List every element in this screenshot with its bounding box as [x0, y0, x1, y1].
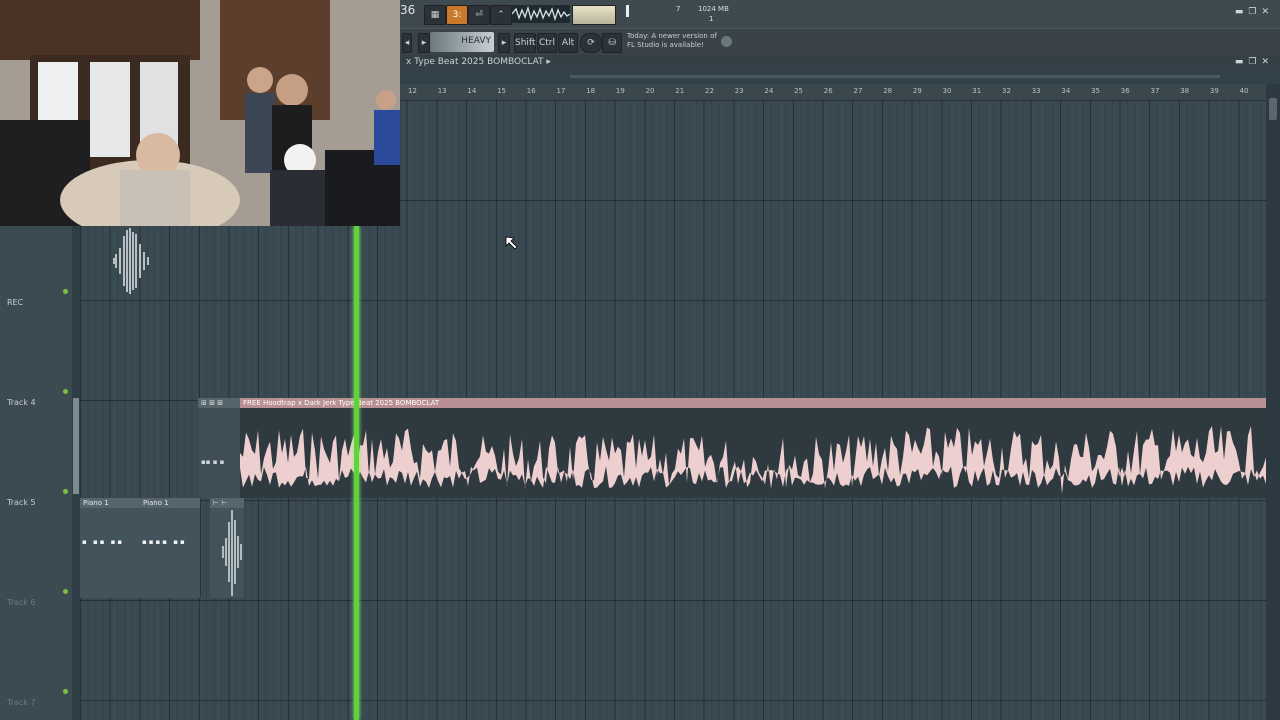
- bar-number: 39: [1209, 87, 1219, 95]
- piano-clip-2[interactable]: Piano 1 ▪▪▪▪ ▪▪: [140, 498, 201, 598]
- bar-number: 14: [467, 87, 477, 95]
- bar-number: 37: [1150, 87, 1160, 95]
- bar-number: 33: [1031, 87, 1041, 95]
- bar-number: 38: [1180, 87, 1190, 95]
- bar-number: 32: [1002, 87, 1011, 95]
- track-activity-dot[interactable]: [63, 289, 68, 294]
- rec-label: REC: [7, 298, 24, 307]
- piano-clip-1[interactable]: Piano 1 ▪ ▪▪ ▪▪: [80, 498, 141, 598]
- bar-number: 19: [615, 87, 625, 95]
- audio-clip-waveform-small[interactable]: [106, 226, 154, 296]
- bar-number: 31: [972, 87, 982, 95]
- step-edit-button[interactable]: 3:: [446, 5, 468, 25]
- cymbal-clip[interactable]: ⊢ ⊢: [210, 498, 244, 598]
- webcam-video-image: [0, 0, 400, 226]
- playlist-window-controls[interactable]: ▬❐✕: [1235, 57, 1274, 67]
- news-globe-icon[interactable]: [721, 36, 732, 47]
- voices-value: 1: [709, 15, 714, 23]
- shift-key-button[interactable]: Shift: [514, 33, 536, 53]
- bar-number: 40: [1239, 87, 1249, 95]
- track-activity-dot[interactable]: [63, 689, 68, 694]
- track-activity-dot[interactable]: [63, 389, 68, 394]
- online-icon[interactable]: ⟳: [580, 33, 602, 53]
- track-4-label[interactable]: Track 4: [7, 398, 36, 407]
- preset-label: HEAVY: [461, 36, 491, 46]
- track-6-label[interactable]: Track 6: [7, 598, 36, 607]
- next-arrow-icon[interactable]: ▸: [498, 33, 510, 53]
- track-5-label[interactable]: Track 5: [7, 498, 36, 507]
- pencil-cursor-icon: [505, 236, 517, 250]
- cpu-value: 7: [676, 5, 681, 13]
- notification-line1: A newer version of: [651, 32, 717, 40]
- track-activity-dot[interactable]: [63, 589, 68, 594]
- piano-clip-2-title: Piano 1: [143, 499, 169, 507]
- prev-arrow-icon[interactable]: ◂: [402, 33, 412, 53]
- timeline-ruler[interactable]: 12 13 14 15 16 17 18 19 20 21 22 23 24 25 26 27 28 29 30 31…: [400, 84, 1266, 101]
- playhead-marker[interactable]: [354, 226, 359, 720]
- master-volume-meter: [572, 5, 616, 25]
- bar-number: 34: [1061, 87, 1071, 95]
- notification-line2: FL Studio is available!: [627, 41, 704, 49]
- playlist-view-button[interactable]: ▦: [424, 5, 446, 25]
- audio-waveform: [240, 408, 1266, 498]
- notification-day: Today: [627, 32, 647, 40]
- bar-number: 35: [1091, 87, 1101, 95]
- bar-number: 29: [912, 87, 922, 95]
- playlist-scrollbar-horizontal[interactable]: [400, 70, 1280, 84]
- piano-clip-1-title: Piano 1: [83, 499, 109, 507]
- bar-number: 12: [408, 87, 417, 95]
- bar-number: 20: [645, 87, 655, 95]
- audio-clip-title: FREE Hoodtrap x Dark Jerk Type Beat 2025…: [240, 398, 1266, 408]
- scroll-thumb[interactable]: [570, 75, 1220, 78]
- oscilloscope-display: [512, 5, 570, 23]
- bar-number: 24: [764, 87, 774, 95]
- track-activity-dot[interactable]: [63, 489, 68, 494]
- update-notification[interactable]: Today: A newer version of FL Studio is a…: [627, 32, 717, 50]
- bar-number: 21: [675, 87, 685, 95]
- playlist-title: x Type Beat 2025 BOMBOCLAT: [406, 57, 544, 67]
- bar-number: 17: [556, 87, 566, 95]
- piano-notes: ▪▪▪▪ ▪▪: [142, 538, 187, 546]
- cpu-meter-bar: [626, 5, 629, 17]
- metronome-icon[interactable]: ⌃: [490, 5, 512, 25]
- playlist-title-bar: x Type Beat 2025 BOMBOCLAT ▸: [400, 55, 1280, 69]
- piano-notes: ▪ ▪▪ ▪▪: [82, 538, 125, 546]
- window-controls[interactable]: ▬❐✕: [1235, 7, 1274, 17]
- vertical-scrollbar[interactable]: [1266, 84, 1280, 720]
- clip-header: ⊢ ⊢: [210, 498, 244, 508]
- track-selector-thumb[interactable]: [73, 398, 79, 494]
- ctrl-key-button[interactable]: Ctrl: [537, 33, 557, 53]
- bar-number: 28: [883, 87, 893, 95]
- bar-number: 15: [497, 87, 507, 95]
- audio-clip-main[interactable]: FREE Hoodtrap x Dark Jerk Type Beat 2025…: [240, 398, 1266, 498]
- wait-record-button[interactable]: ⏎: [468, 5, 490, 25]
- clip-header: ⊞ ⊞ ⊞: [198, 398, 240, 408]
- shop-cart-icon[interactable]: ⛁: [602, 33, 622, 53]
- track-7-label[interactable]: Track 7: [7, 698, 36, 707]
- play-arrow-icon[interactable]: ▸: [418, 33, 430, 53]
- bar-number: 16: [526, 87, 536, 95]
- song-position-counter: 36: [400, 3, 416, 17]
- webcam-overlay: [0, 0, 400, 226]
- bar-number: 18: [586, 87, 596, 95]
- preset-selector[interactable]: HEAVY: [430, 32, 494, 52]
- bar-number: 13: [437, 87, 447, 95]
- bar-number: 25: [794, 87, 804, 95]
- bar-number: 30: [942, 87, 952, 95]
- cymbal-waveform: [222, 510, 242, 596]
- clip-markers: ▪▪ ▪ ▪: [201, 458, 225, 466]
- bar-number: 26: [823, 87, 833, 95]
- bar-number: 23: [734, 87, 744, 95]
- audio-clip-lead[interactable]: ⊞ ⊞ ⊞ ▪▪ ▪ ▪: [198, 398, 241, 498]
- bar-number: 27: [853, 87, 863, 95]
- alt-key-button[interactable]: Alt: [558, 33, 578, 53]
- scroll-thumb[interactable]: [1269, 98, 1277, 120]
- bar-number: 36: [1120, 87, 1130, 95]
- memory-value: 1024 MB: [698, 5, 729, 13]
- bar-number: 22: [705, 87, 714, 95]
